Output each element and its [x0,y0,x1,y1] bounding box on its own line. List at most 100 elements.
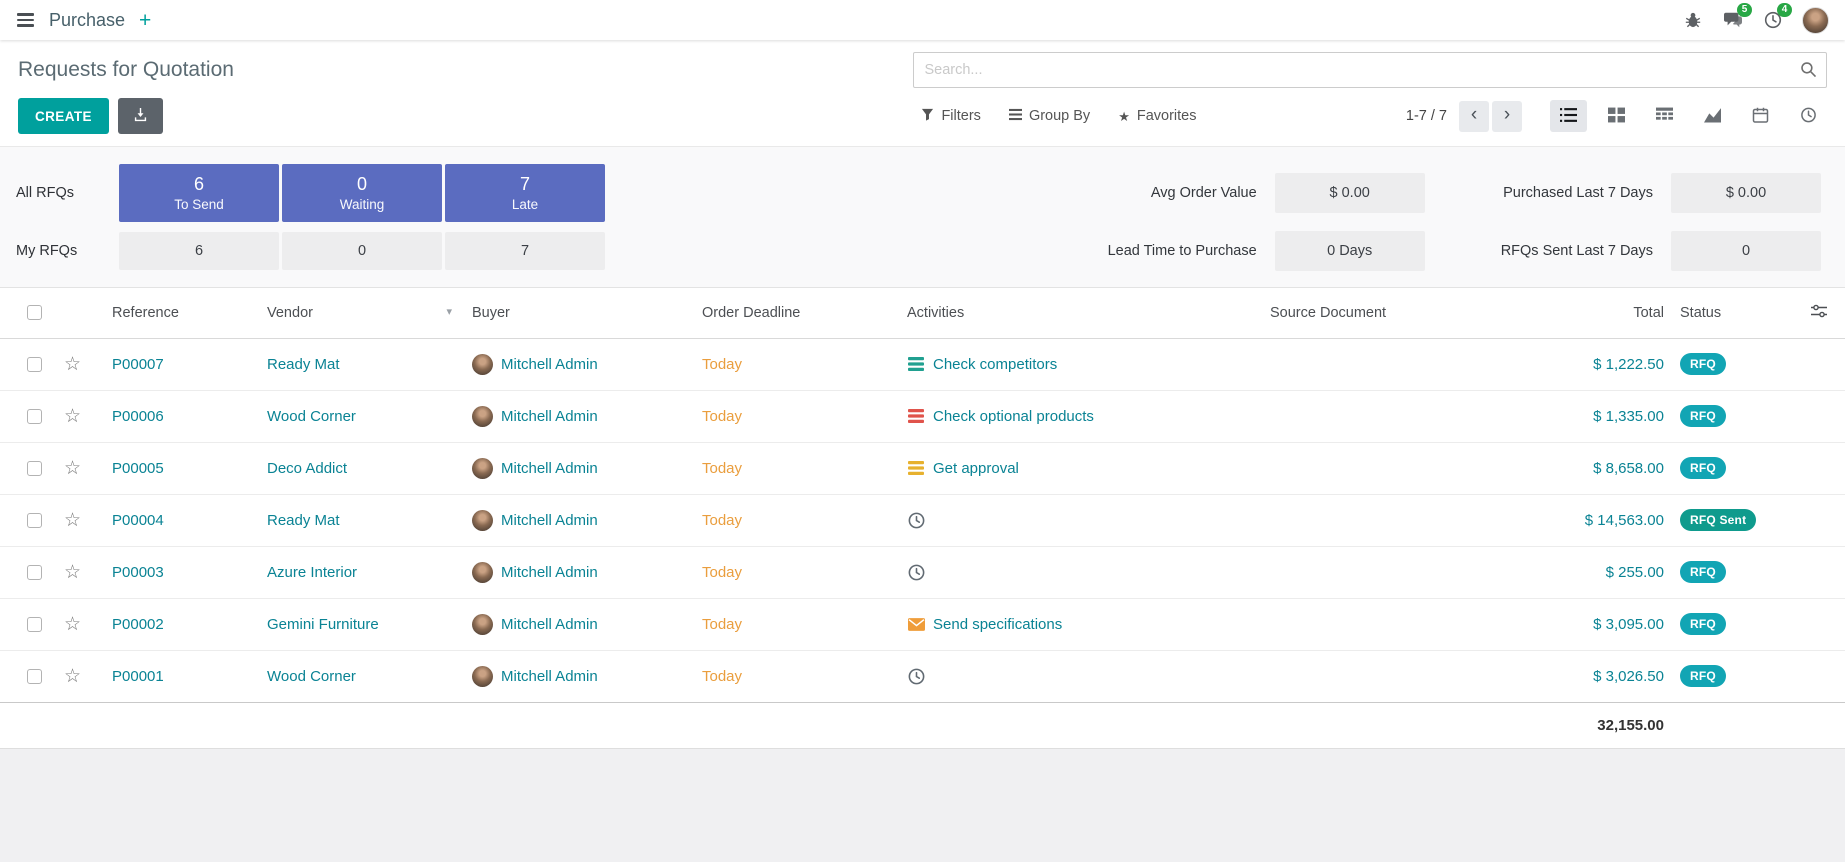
column-header-order-deadline[interactable]: Order Deadline [694,288,899,338]
favorite-star-icon[interactable]: ☆ [64,458,81,479]
group-by-button[interactable]: Group By [1009,108,1090,125]
user-avatar[interactable] [1802,7,1829,34]
reference-link[interactable]: P00003 [112,564,164,581]
row-checkbox[interactable] [27,461,42,476]
filters-button[interactable]: Filters [921,108,980,125]
favorite-star-icon[interactable]: ☆ [64,510,81,531]
vendor-link[interactable]: Ready Mat [267,356,340,373]
debug-bug-icon[interactable] [1682,9,1704,31]
activity-type-icon[interactable] [907,564,925,581]
app-name[interactable]: Purchase [49,10,125,31]
buyer-link[interactable]: Mitchell Admin [501,460,598,477]
reference-link[interactable]: P00007 [112,356,164,373]
vendor-link[interactable]: Gemini Furniture [267,616,379,633]
activity-summary-link[interactable]: Check competitors [933,356,1057,373]
search-input[interactable] [913,52,1827,88]
activity-type-icon[interactable] [907,461,925,475]
favorite-star-icon[interactable]: ☆ [64,666,81,687]
buyer-link[interactable]: Mitchell Admin [501,408,598,425]
table-row[interactable]: ☆ P00007 Ready Mat Mitchell Admin Today [0,338,1845,390]
buyer-link[interactable]: Mitchell Admin [501,512,598,529]
activity-type-icon[interactable] [907,512,925,529]
vendor-link[interactable]: Wood Corner [267,408,356,425]
avg-order-value[interactable]: $ 0.00 [1275,173,1425,213]
row-checkbox[interactable] [27,617,42,632]
table-row[interactable]: ☆ P00005 Deco Addict Mitchell Admin Toda… [0,442,1845,494]
kanban-view-button[interactable] [1598,100,1635,132]
favorite-star-icon[interactable]: ☆ [64,406,81,427]
column-header-source-document[interactable]: Source Document [1262,288,1497,338]
vendor-link[interactable]: Wood Corner [267,668,356,685]
rfqs-sent-last-7-days[interactable]: 0 [1671,231,1821,271]
column-header-reference[interactable]: Reference [104,288,259,338]
table-row[interactable]: ☆ P00002 Gemini Furniture Mitchell Admin… [0,598,1845,650]
activity-type-icon[interactable] [907,618,925,631]
vendor-link[interactable]: Azure Interior [267,564,357,581]
calendar-view-button[interactable] [1742,100,1779,132]
table-row[interactable]: ☆ P00001 Wood Corner Mitchell Admin Toda… [0,650,1845,702]
favorite-star-icon[interactable]: ☆ [64,354,81,375]
column-header-status[interactable]: Status [1672,288,1797,338]
table-row[interactable]: ☆ P00006 Wood Corner Mitchell Admin Toda… [0,390,1845,442]
buyer-link[interactable]: Mitchell Admin [501,668,598,685]
activities-clock-icon[interactable]: 4 [1762,9,1784,31]
reference-link[interactable]: P00006 [112,408,164,425]
column-header-total[interactable]: Total [1497,288,1672,338]
pivot-view-button[interactable] [1646,100,1683,132]
apps-menu-icon[interactable] [16,10,35,30]
reference-link[interactable]: P00005 [112,460,164,477]
favorite-star-icon[interactable]: ☆ [64,614,81,635]
buyer-link[interactable]: Mitchell Admin [501,564,598,581]
kpi-count: 7 [520,174,530,195]
my-kpi-value[interactable]: 7 [445,232,605,270]
reference-link[interactable]: P00004 [112,512,164,529]
messages-icon[interactable]: 5 [1722,9,1744,31]
table-row[interactable]: ☆ P00004 Ready Mat Mitchell Admin Today [0,494,1845,546]
vendor-link[interactable]: Ready Mat [267,512,340,529]
purchased-last-7-days-label: Purchased Last 7 Days [1503,185,1653,201]
kpi-button[interactable]: 0 Waiting [282,164,442,222]
select-all-checkbox[interactable] [27,305,42,320]
pager-range[interactable]: 1-7 / 7 [1406,108,1447,124]
export-button[interactable] [118,98,163,134]
kpi-button[interactable]: 6 To Send [119,164,279,222]
activity-summary-link[interactable]: Check optional products [933,408,1094,425]
column-header-buyer[interactable]: Buyer [464,288,694,338]
reference-link[interactable]: P00001 [112,668,164,685]
kpi-label: To Send [174,197,224,212]
favorite-star-icon[interactable]: ☆ [64,562,81,583]
my-kpi-value[interactable]: 0 [282,232,442,270]
row-checkbox[interactable] [27,669,42,684]
favorites-button[interactable]: ★ Favorites [1118,108,1196,125]
activity-type-icon[interactable] [907,668,925,685]
search-icon[interactable] [1800,61,1817,82]
lead-time-to-purchase[interactable]: 0 Days [1275,231,1425,271]
create-button[interactable]: CREATE [18,98,109,134]
column-header-vendor[interactable]: Vendor▾ [259,288,464,338]
optional-columns-icon[interactable] [1811,306,1827,322]
reference-link[interactable]: P00002 [112,616,164,633]
column-header-activities[interactable]: Activities [899,288,1262,338]
activity-summary-link[interactable]: Get approval [933,460,1019,477]
status-badge: RFQ [1680,561,1726,583]
activity-summary-link[interactable]: Send specifications [933,616,1062,633]
vendor-link[interactable]: Deco Addict [267,460,347,477]
buyer-link[interactable]: Mitchell Admin [501,356,598,373]
list-view-button[interactable] [1550,100,1587,132]
kpi-button[interactable]: 7 Late [445,164,605,222]
pager-previous-button[interactable]: ‹ [1459,101,1489,132]
activity-view-button[interactable] [1790,100,1827,132]
graph-view-button[interactable] [1694,100,1731,132]
row-checkbox[interactable] [27,513,42,528]
pager-next-button[interactable]: › [1492,101,1522,132]
row-checkbox[interactable] [27,357,42,372]
plus-icon[interactable]: + [139,10,151,31]
table-row[interactable]: ☆ P00003 Azure Interior Mitchell Admin T… [0,546,1845,598]
row-checkbox[interactable] [27,409,42,424]
activity-type-icon[interactable] [907,357,925,371]
buyer-link[interactable]: Mitchell Admin [501,616,598,633]
purchased-last-7-days[interactable]: $ 0.00 [1671,173,1821,213]
my-kpi-value[interactable]: 6 [119,232,279,270]
activity-type-icon[interactable] [907,409,925,423]
row-checkbox[interactable] [27,565,42,580]
